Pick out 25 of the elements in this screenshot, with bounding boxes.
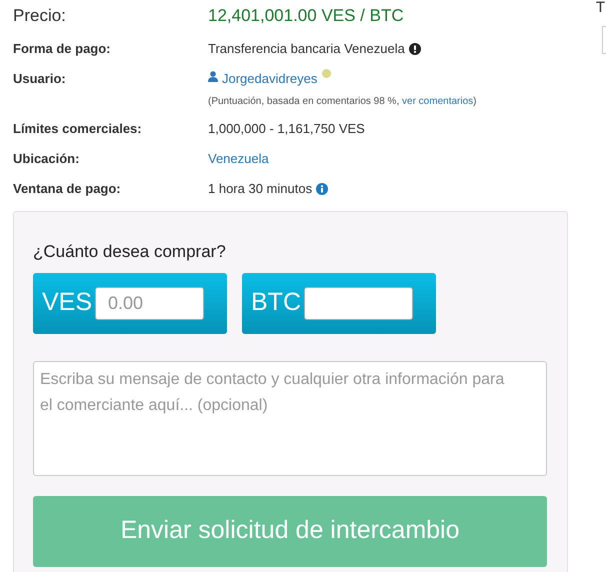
price-label: Precio: [13, 7, 67, 24]
detail-value: 1,000,000 - 1,161,750 VES [208, 120, 365, 138]
price-value: 12,401,001.00 VES / BTC [208, 7, 404, 24]
username-link[interactable]: Jorgedavidreyes [222, 69, 318, 88]
detail-label: Ventana de pago: [13, 180, 122, 198]
user-icon [208, 71, 218, 82]
amount-input[interactable]: 0.00 [95, 286, 204, 320]
message-field[interactable]: Escriba su mensaje de contacto y cualquier otra información para el comerciante aquí... (opcional) [33, 360, 547, 476]
detail-value: 1 hora 30 minutos [208, 180, 312, 198]
detail-value: Transferencia bancaria Venezuela [208, 40, 405, 58]
comments-link[interactable]: ver comentarios [402, 96, 474, 106]
status-dot-icon [322, 69, 332, 78]
currency-label: BTC [251, 287, 301, 318]
cut-off-text: T [596, 0, 605, 18]
location-link[interactable]: Venezuela [208, 149, 269, 168]
currency-label: VES [42, 287, 92, 318]
rating-text: (Puntuación, basada en comentarios 98 %, ver comentarios) [208, 94, 476, 108]
question-text: ¿Cuánto desea comprar? [33, 241, 227, 263]
detail-label: Forma de pago: [13, 40, 112, 58]
detail-label: Usuario: [13, 70, 67, 88]
info-icon [316, 182, 328, 195]
exclamation-icon [408, 42, 421, 55]
detail-label: Límites comerciales: [13, 120, 143, 138]
detail-label: Ubicación: [13, 150, 80, 168]
amount-input[interactable] [304, 286, 413, 320]
